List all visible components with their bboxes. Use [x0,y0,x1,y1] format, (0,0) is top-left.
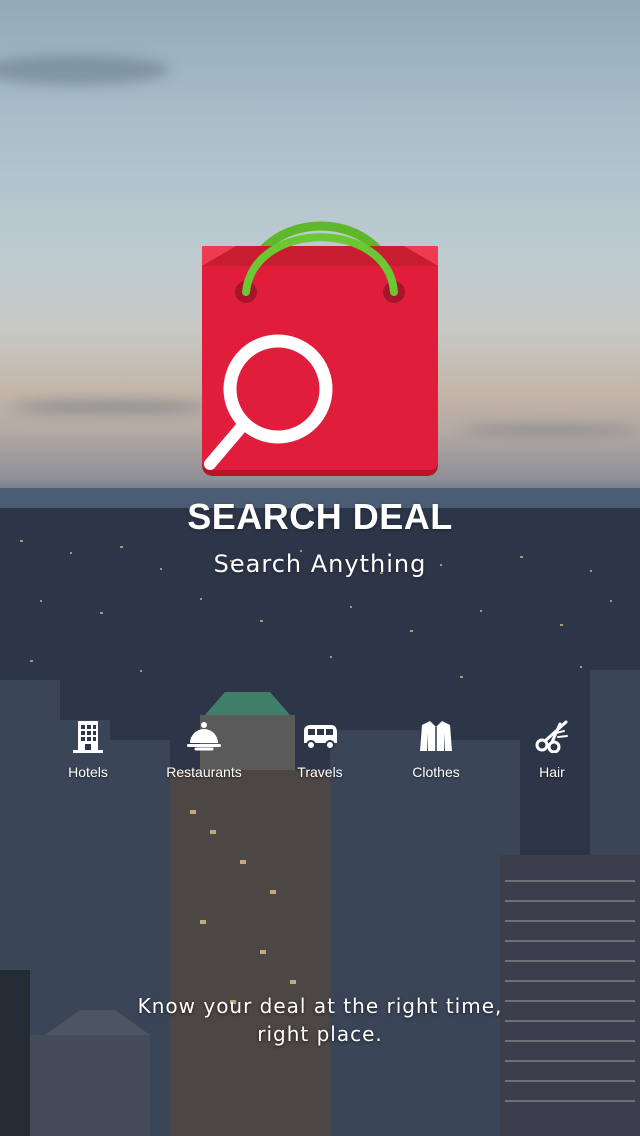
category-label: Clothes [412,764,460,780]
category-clothes[interactable]: Clothes [378,716,494,780]
category-label: Restaurants [166,764,242,780]
jacket-icon [416,716,456,756]
cloud-decoration [0,55,170,85]
category-travels[interactable]: Travels [262,716,378,780]
scissors-icon [532,716,572,756]
category-hotels[interactable]: Hotels [30,716,146,780]
tagline-line-1: Know your deal at the right time, [137,994,503,1018]
category-restaurants[interactable]: Restaurants [146,716,262,780]
hotel-building-icon [68,716,108,756]
bus-icon [300,716,340,756]
category-hair[interactable]: Hair [494,716,610,780]
cloud-decoration [460,425,640,435]
shopping-bag-search-icon [202,221,438,476]
app-title: SEARCH DEAL [187,496,453,537]
category-label: Hotels [68,764,108,780]
tagline: Know your deal at the right time, right … [0,992,640,1048]
category-bar: Hotels Restaurants Travels Clothes Hair [30,716,610,780]
category-label: Hair [539,764,565,780]
app-subtitle: Search Anything [213,550,427,578]
tagline-line-2: right place. [257,1022,383,1046]
splash-screen: SEARCH DEAL Search Anything Hotels Resta… [0,0,640,1136]
cloud-decoration [10,400,210,414]
category-label: Travels [297,764,343,780]
cloche-icon [184,716,224,756]
